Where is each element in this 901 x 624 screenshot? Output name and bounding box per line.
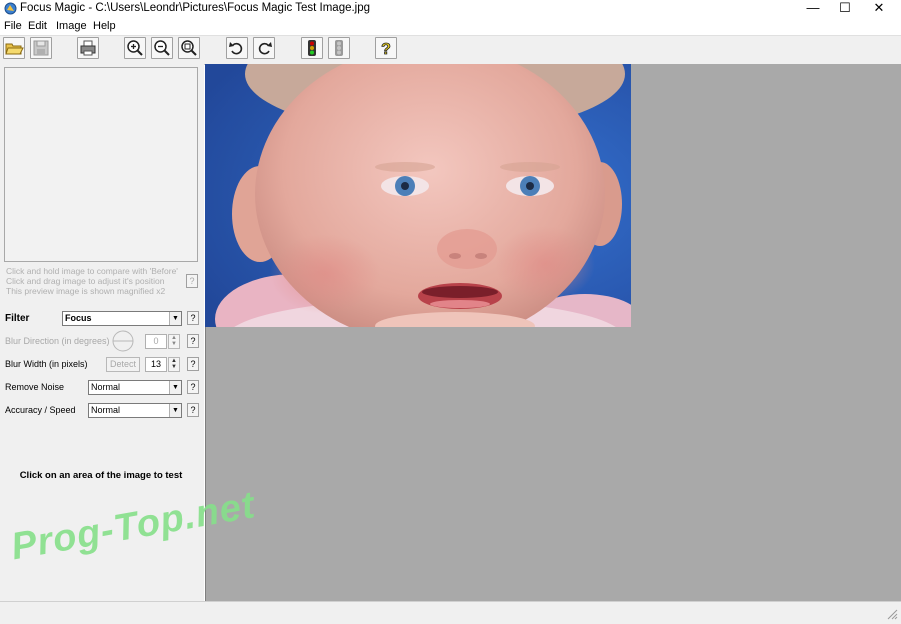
preview-hint-2: Click and drag image to adjust it's posi… — [6, 276, 165, 286]
menu-file[interactable]: File — [4, 20, 22, 32]
app-icon — [4, 2, 17, 15]
blur-width-label: Blur Width (in pixels) — [5, 359, 88, 369]
remove-noise-select[interactable]: Normal ▼ — [88, 380, 182, 395]
help-icon[interactable]: ? — [375, 37, 397, 59]
menu-image[interactable]: Image — [56, 20, 87, 32]
blur-width-input[interactable]: 13 — [145, 357, 167, 372]
print-icon[interactable] — [77, 37, 99, 59]
detect-button[interactable]: Detect — [106, 357, 140, 372]
preview-box[interactable] — [4, 67, 198, 262]
accuracy-label: Accuracy / Speed — [5, 405, 76, 415]
status-bar — [0, 601, 901, 624]
remove-noise-help-button[interactable]: ? — [187, 380, 199, 394]
traffic-light-icon[interactable] — [301, 37, 323, 59]
menu-help[interactable]: Help — [93, 20, 116, 32]
photo-image[interactable] — [205, 64, 631, 327]
blur-direction-label: Blur Direction (in degrees) — [5, 336, 110, 346]
rotate-right-icon[interactable] — [253, 37, 275, 59]
blur-width-help-button[interactable]: ? — [187, 357, 199, 371]
traffic-light-disabled-icon[interactable] — [328, 37, 350, 59]
open-folder-icon[interactable] — [3, 37, 25, 59]
filter-label: Filter — [5, 313, 30, 324]
svg-text:?: ? — [381, 41, 391, 58]
direction-dial-icon[interactable] — [112, 330, 134, 352]
filter-select[interactable]: Focus ▼ — [62, 311, 182, 326]
save-icon[interactable] — [30, 37, 52, 59]
blur-direction-help-button[interactable]: ? — [187, 334, 199, 348]
chevron-down-icon: ▼ — [169, 381, 181, 394]
menu-edit[interactable]: Edit — [28, 20, 47, 32]
window-title: Focus Magic - C:\Users\Leondr\Pictures\F… — [20, 2, 371, 14]
minimize-button[interactable]: — — [798, 0, 828, 16]
accuracy-help-button[interactable]: ? — [187, 403, 199, 417]
remove-noise-label: Remove Noise — [5, 382, 65, 392]
maximize-button[interactable]: ☐ — [830, 0, 860, 16]
filter-help-button[interactable]: ? — [187, 311, 199, 325]
rotate-left-icon[interactable] — [226, 37, 248, 59]
menu-bar — [0, 18, 901, 34]
zoom-fit-icon[interactable] — [178, 37, 200, 59]
chevron-down-icon: ▼ — [169, 312, 181, 325]
zoom-out-icon[interactable] — [151, 37, 173, 59]
preview-hint-3: This preview image is shown magnified x2 — [6, 286, 166, 296]
blur-direction-input[interactable]: 0 — [145, 334, 167, 349]
preview-hint-1: Click and hold image to compare with 'Be… — [6, 266, 178, 276]
chevron-down-icon: ▼ — [169, 404, 181, 417]
preview-help-button[interactable]: ? — [186, 274, 198, 288]
zoom-in-icon[interactable] — [124, 37, 146, 59]
instruction-text: Click on an area of the image to test — [19, 470, 183, 481]
blur-direction-spinner[interactable]: ▲ ▼ — [168, 334, 180, 349]
close-button[interactable]: ✕ — [864, 0, 894, 16]
blur-width-spinner[interactable]: ▲ ▼ — [168, 357, 180, 372]
resize-grip-icon[interactable] — [884, 606, 898, 620]
accuracy-select[interactable]: Normal ▼ — [88, 403, 182, 418]
